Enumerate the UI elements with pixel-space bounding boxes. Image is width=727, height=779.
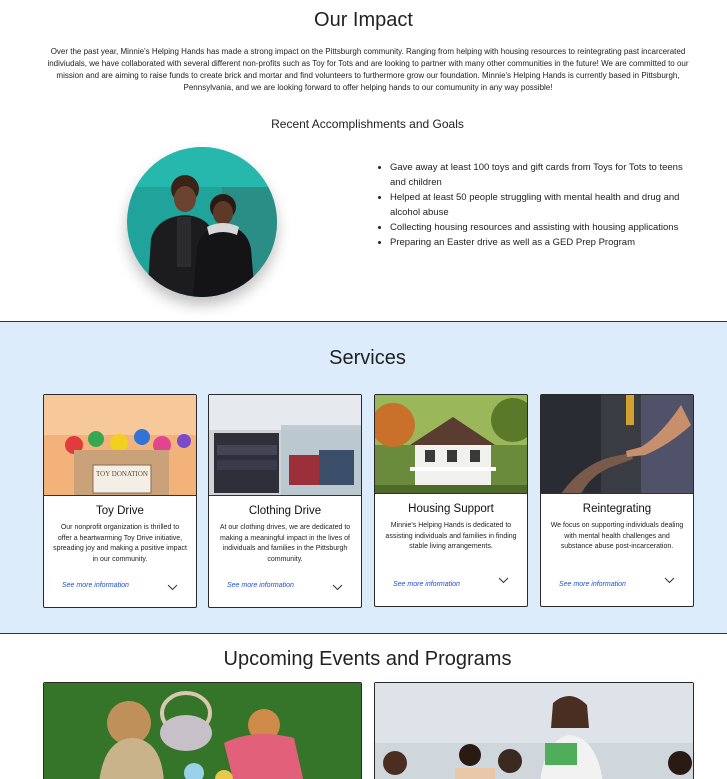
- events-title: Upcoming Events and Programs: [223, 648, 512, 670]
- goal-item: Gave away at least 100 toys and gift car…: [390, 160, 698, 190]
- box-label: TOY DONATION: [96, 470, 148, 478]
- service-card-description: At our clothing drives, we are dedicated…: [219, 524, 351, 563]
- founders-photo: [127, 147, 277, 297]
- service-card-title: Reintegrating: [582, 503, 652, 515]
- impact-title: Our Impact: [314, 9, 413, 31]
- ged-program-image[interactable]: [374, 682, 694, 779]
- service-card-housing-support: Housing Support Minnie's Helping Hands i…: [374, 394, 528, 607]
- see-more-link[interactable]: See more information: [62, 582, 129, 589]
- clothing-drive-image: [209, 395, 361, 496]
- reintegrating-image: [541, 395, 693, 494]
- accomplishments-heading: Recent Accomplishments and Goals: [271, 117, 464, 131]
- toy-drive-image: TOY DONATION: [44, 395, 196, 496]
- service-card-description: Minnie's Helping Hands is dedicated to a…: [385, 522, 517, 550]
- chevron-down-icon[interactable]: [332, 584, 343, 591]
- service-card-description: Our nonprofit organization is thrilled t…: [53, 524, 187, 563]
- service-card-title: Housing Support: [408, 503, 494, 515]
- goal-item: Helped at least 50 people struggling wit…: [390, 190, 698, 220]
- impact-intro: Over the past year, Minnie's Helping Han…: [47, 47, 689, 92]
- goals-list: Gave away at least 100 toys and gift car…: [376, 160, 698, 250]
- chevron-down-icon[interactable]: [664, 577, 675, 584]
- chevron-down-icon[interactable]: [167, 584, 178, 591]
- see-more-link[interactable]: See more information: [393, 581, 460, 588]
- goal-item: Collecting housing resources and assisti…: [390, 220, 698, 235]
- section-divider: [0, 633, 727, 634]
- impact-section: Our Impact Over the past year, Minnie's …: [0, 0, 727, 322]
- chevron-down-icon[interactable]: [498, 577, 509, 584]
- service-card-reintegrating: Reintegrating We focus on supporting ind…: [540, 394, 694, 607]
- service-card-title: Clothing Drive: [248, 505, 322, 517]
- service-card-clothing-drive: Clothing Drive At our clothing drives, w…: [208, 394, 362, 608]
- see-more-link[interactable]: See more information: [227, 582, 294, 589]
- service-card-title: Toy Drive: [96, 505, 144, 517]
- services-title: Services: [329, 347, 406, 369]
- service-card-description: We focus on supporting individuals deali…: [550, 522, 684, 550]
- service-card-toy-drive: TOY DONATION Toy Drive Our nonprofit org…: [43, 394, 197, 608]
- goal-item: Preparing an Easter drive as well as a G…: [390, 235, 698, 250]
- housing-support-image: [375, 395, 527, 494]
- services-section: Services TOY DONATION Toy Drive Our nonp…: [0, 322, 727, 633]
- easter-event-image[interactable]: [43, 682, 362, 779]
- see-more-link[interactable]: See more information: [559, 581, 626, 588]
